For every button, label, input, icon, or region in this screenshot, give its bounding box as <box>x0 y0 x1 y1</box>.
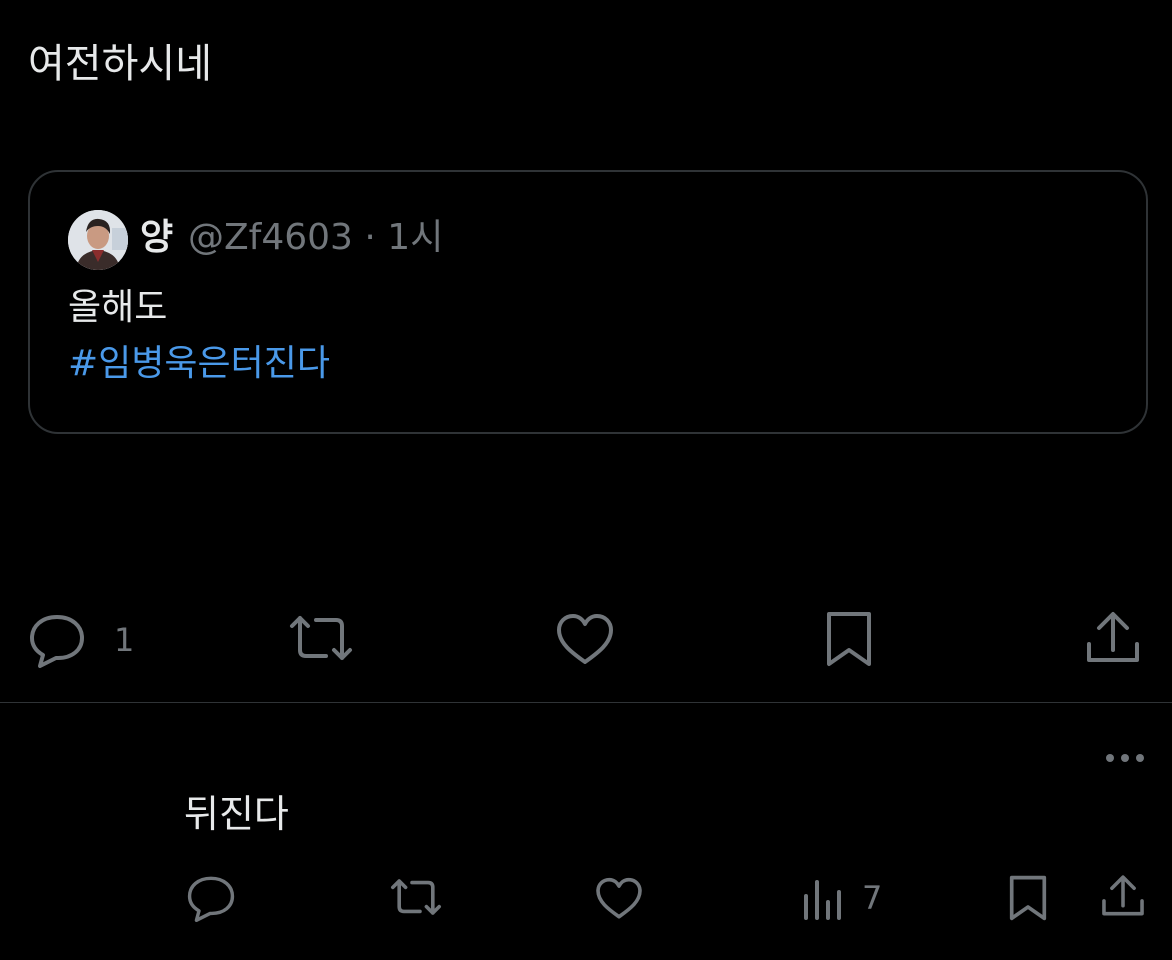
share-icon <box>1084 610 1142 668</box>
reply-retweet-button[interactable] <box>388 876 444 918</box>
divider <box>0 702 1172 703</box>
share-button[interactable] <box>1084 610 1142 668</box>
retweet-button[interactable] <box>286 612 356 664</box>
bookmark-icon <box>1006 874 1050 922</box>
quoted-handle-and-time[interactable]: @Zf4603 · 1시 <box>188 212 443 264</box>
like-icon <box>594 876 644 922</box>
retweet-icon <box>286 612 356 664</box>
share-icon <box>1100 874 1146 920</box>
reply-icon <box>186 874 236 922</box>
more-options-button[interactable] <box>1104 746 1146 770</box>
avatar[interactable] <box>68 210 128 270</box>
views-count: 7 <box>862 879 883 917</box>
bookmark-button[interactable] <box>822 610 876 668</box>
quoted-tweet-card[interactable]: 양 @Zf4603 · 1시 올해도 #임병욱은터진다 <box>28 170 1148 434</box>
quoted-hashtag-link[interactable]: #임병욱은터진다 <box>68 338 330 390</box>
more-icon <box>1104 746 1146 770</box>
reply-bookmark-button[interactable] <box>1006 874 1050 922</box>
views-icon <box>802 876 844 920</box>
reply-text: 뒤진다 <box>184 792 289 836</box>
post-text: 여전하시네 <box>28 41 212 87</box>
like-button[interactable] <box>554 612 616 668</box>
quoted-display-name[interactable]: 양 <box>140 212 173 264</box>
quoted-text: 올해도 <box>68 287 168 328</box>
reply-icon <box>28 612 86 668</box>
reply-share-button[interactable] <box>1100 874 1146 920</box>
reply-count: 1 <box>114 621 135 659</box>
reply-views-button[interactable] <box>802 876 844 920</box>
like-icon <box>554 612 616 668</box>
retweet-icon <box>388 876 444 918</box>
bookmark-icon <box>822 610 876 668</box>
reply-button[interactable] <box>28 612 86 668</box>
reply-like-button[interactable] <box>594 876 644 922</box>
reply-reply-button[interactable] <box>186 874 236 922</box>
